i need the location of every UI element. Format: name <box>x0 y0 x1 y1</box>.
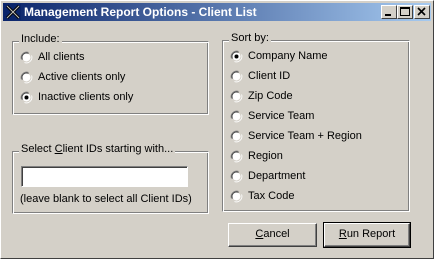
maximize-icon <box>400 7 410 16</box>
sort-option-radio-7[interactable] <box>230 190 243 203</box>
app-icon <box>5 4 21 20</box>
minimize-icon <box>385 14 391 16</box>
sort-option-label-5[interactable]: Region <box>248 150 283 162</box>
maximize-button[interactable] <box>397 5 413 19</box>
sort-option-label-7[interactable]: Tax Code <box>248 190 294 202</box>
cancel-button[interactable]: Cancel <box>228 223 317 247</box>
sort-option-label-6[interactable]: Department <box>248 170 305 182</box>
sort-option-label-1[interactable]: Client ID <box>248 70 290 82</box>
dialog-window: Management Report Options - Client List … <box>0 0 434 259</box>
sort-by-group <box>222 40 410 212</box>
client-ids-hint: (leave blank to select all Client IDs) <box>20 193 192 205</box>
sort-option-label-3[interactable]: Service Team <box>248 110 314 122</box>
close-icon <box>417 7 426 16</box>
client-ids-legend: Select Client IDs starting with... <box>19 143 176 155</box>
window-title: Management Report Options - Client List <box>24 5 257 19</box>
include-option-label-2[interactable]: Inactive clients only <box>38 91 133 103</box>
client-id-prefix-input[interactable] <box>21 166 188 187</box>
sort-option-radio-4[interactable] <box>230 130 243 143</box>
title-bar[interactable]: Management Report Options - Client List <box>3 3 431 21</box>
include-option-label-0[interactable]: All clients <box>38 51 84 63</box>
minimize-button[interactable] <box>381 5 397 19</box>
run-report-button[interactable]: Run Report <box>323 222 411 248</box>
include-option-radio-1[interactable] <box>20 71 33 84</box>
sort-by-legend: Sort by: <box>229 32 271 44</box>
include-legend: Include: <box>19 33 62 45</box>
sort-option-label-0[interactable]: Company Name <box>248 50 327 62</box>
include-option-label-1[interactable]: Active clients only <box>38 71 125 83</box>
sort-option-radio-0[interactable] <box>230 50 243 63</box>
sort-option-radio-3[interactable] <box>230 110 243 123</box>
sort-option-radio-5[interactable] <box>230 150 243 163</box>
sort-option-label-4[interactable]: Service Team + Region <box>248 130 362 142</box>
include-option-radio-2[interactable] <box>20 91 33 104</box>
sort-option-radio-2[interactable] <box>230 90 243 103</box>
close-button[interactable] <box>414 5 430 19</box>
include-option-radio-0[interactable] <box>20 51 33 64</box>
sort-option-radio-1[interactable] <box>230 70 243 83</box>
sort-option-label-2[interactable]: Zip Code <box>248 90 293 102</box>
sort-option-radio-6[interactable] <box>230 170 243 183</box>
